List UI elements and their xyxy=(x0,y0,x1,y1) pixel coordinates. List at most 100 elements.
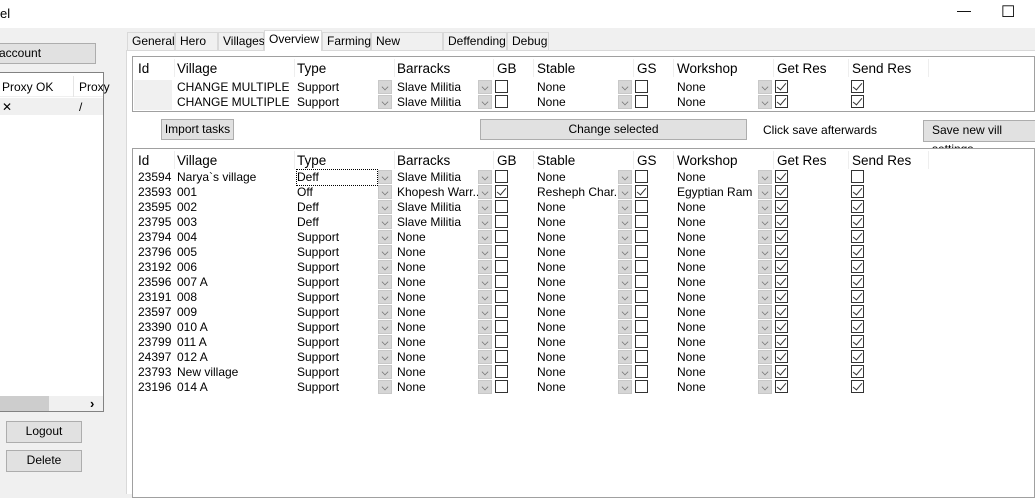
column-proxy-ok[interactable]: Proxy OK xyxy=(2,80,53,94)
type-select[interactable]: Support xyxy=(297,245,377,260)
barracks-select[interactable]: None xyxy=(397,305,426,320)
stable-dropdown-icon[interactable] xyxy=(618,170,632,184)
type-select[interactable]: Support xyxy=(297,350,377,365)
gs-checkbox[interactable] xyxy=(635,305,648,318)
workshop-dropdown-icon[interactable] xyxy=(758,365,772,379)
barracks-dropdown-icon[interactable] xyxy=(478,335,492,349)
get-res-checkbox[interactable] xyxy=(775,290,788,303)
get-res-checkbox[interactable] xyxy=(775,200,788,213)
change-multiple-grid[interactable]: Id Village Type Barracks GB Stable GS Workshop G… xyxy=(132,56,1035,112)
send-res-checkbox[interactable] xyxy=(851,350,864,363)
barracks-select[interactable]: None xyxy=(397,365,426,380)
barracks-select[interactable]: Slave Militia xyxy=(397,80,461,95)
type-select[interactable]: Support xyxy=(297,275,377,290)
workshop-dropdown-icon[interactable] xyxy=(758,335,772,349)
stable-dropdown-icon[interactable] xyxy=(618,380,632,394)
column-header-barracks[interactable]: Barracks xyxy=(397,153,450,168)
change-selected-button[interactable]: Change selected xyxy=(480,119,747,140)
type-dropdown-icon[interactable] xyxy=(378,185,392,199)
gs-checkbox[interactable] xyxy=(635,95,648,108)
column-proxy[interactable]: Proxy xyxy=(79,80,110,94)
column-header-gb[interactable]: GB xyxy=(497,61,517,76)
tab-farming[interactable]: Farming xyxy=(322,32,371,50)
workshop-dropdown-icon[interactable] xyxy=(758,320,772,334)
table-row[interactable]: 23191 008 Support None None None xyxy=(133,290,933,305)
gs-checkbox[interactable] xyxy=(635,80,648,93)
column-header-type[interactable]: Type xyxy=(297,61,326,76)
send-res-checkbox[interactable] xyxy=(851,275,864,288)
workshop-dropdown-icon[interactable] xyxy=(758,230,772,244)
get-res-checkbox[interactable] xyxy=(775,230,788,243)
workshop-select[interactable]: None xyxy=(677,260,706,275)
send-res-checkbox[interactable] xyxy=(851,320,864,333)
gb-checkbox[interactable] xyxy=(495,350,508,363)
account-list[interactable]: Proxy OK Proxy ✕ / › xyxy=(0,72,110,412)
get-res-checkbox[interactable] xyxy=(775,365,788,378)
workshop-select[interactable]: None xyxy=(677,170,706,185)
type-select[interactable]: Support xyxy=(297,260,377,275)
gs-checkbox[interactable] xyxy=(635,215,648,228)
send-res-checkbox[interactable] xyxy=(851,365,864,378)
workshop-select[interactable]: None xyxy=(677,200,706,215)
stable-select[interactable]: None xyxy=(537,365,566,380)
stable-dropdown-icon[interactable] xyxy=(618,230,632,244)
row-header-cell[interactable] xyxy=(134,95,172,110)
column-header-send-res[interactable]: Send Res xyxy=(852,153,911,168)
gs-checkbox[interactable] xyxy=(635,200,648,213)
type-select[interactable]: Support xyxy=(297,365,377,380)
type-dropdown-icon[interactable] xyxy=(378,245,392,259)
table-row[interactable]: 23794 004 Support None None None xyxy=(133,230,933,245)
stable-dropdown-icon[interactable] xyxy=(618,320,632,334)
barracks-select[interactable]: Slave Militia xyxy=(397,95,461,110)
stable-select[interactable]: Resheph Char... xyxy=(537,185,624,200)
gs-checkbox[interactable] xyxy=(635,290,648,303)
get-res-checkbox[interactable] xyxy=(775,95,788,108)
stable-select[interactable]: None xyxy=(537,275,566,290)
type-select[interactable]: Off xyxy=(297,185,377,200)
column-header-workshop[interactable]: Workshop xyxy=(677,153,738,168)
barracks-select[interactable]: None xyxy=(397,275,426,290)
barracks-select[interactable]: Slave Militia xyxy=(397,200,461,215)
workshop-select[interactable]: None xyxy=(677,305,706,320)
minimize-icon[interactable]: — xyxy=(957,2,971,18)
barracks-dropdown-icon[interactable] xyxy=(478,305,492,319)
get-res-checkbox[interactable] xyxy=(775,335,788,348)
type-select[interactable]: Support xyxy=(297,80,377,95)
gs-checkbox[interactable] xyxy=(635,245,648,258)
stable-select[interactable]: None xyxy=(537,215,566,230)
type-select[interactable]: Deff xyxy=(297,200,377,215)
gb-checkbox[interactable] xyxy=(495,170,508,183)
table-row[interactable]: 23596 007 A Support None None None xyxy=(133,275,933,290)
get-res-checkbox[interactable] xyxy=(775,260,788,273)
gb-checkbox[interactable] xyxy=(495,365,508,378)
barracks-dropdown-icon[interactable] xyxy=(478,215,492,229)
stable-dropdown-icon[interactable] xyxy=(618,275,632,289)
send-res-checkbox[interactable] xyxy=(851,215,864,228)
send-res-checkbox[interactable] xyxy=(851,290,864,303)
column-header-id[interactable]: Id xyxy=(138,61,149,76)
workshop-dropdown-icon[interactable] xyxy=(758,305,772,319)
table-row[interactable]: 23593 001 Off Khopesh Warr... Resheph Char..… xyxy=(133,185,933,200)
type-dropdown-icon[interactable] xyxy=(378,305,392,319)
type-select[interactable]: Support xyxy=(297,320,377,335)
tab-hero[interactable]: Hero xyxy=(175,32,218,50)
workshop-dropdown-icon[interactable] xyxy=(758,95,772,109)
table-row[interactable]: 23795 003 Deff Slave Militia None None xyxy=(133,215,933,230)
gs-checkbox[interactable] xyxy=(635,260,648,273)
column-header-stable[interactable]: Stable xyxy=(537,153,575,168)
barracks-dropdown-icon[interactable] xyxy=(478,365,492,379)
type-dropdown-icon[interactable] xyxy=(378,320,392,334)
gs-checkbox[interactable] xyxy=(635,230,648,243)
stable-dropdown-icon[interactable] xyxy=(618,95,632,109)
gb-checkbox[interactable] xyxy=(495,335,508,348)
import-tasks-button[interactable]: Import tasks xyxy=(161,119,234,140)
type-select[interactable]: Support xyxy=(297,380,377,395)
barracks-dropdown-icon[interactable] xyxy=(478,350,492,364)
table-row[interactable]: 23390 010 A Support None None None xyxy=(133,320,933,335)
get-res-checkbox[interactable] xyxy=(775,170,788,183)
workshop-select[interactable]: None xyxy=(677,350,706,365)
stable-select[interactable]: None xyxy=(537,260,566,275)
workshop-select[interactable]: None xyxy=(677,365,706,380)
gs-checkbox[interactable] xyxy=(635,380,648,393)
get-res-checkbox[interactable] xyxy=(775,80,788,93)
